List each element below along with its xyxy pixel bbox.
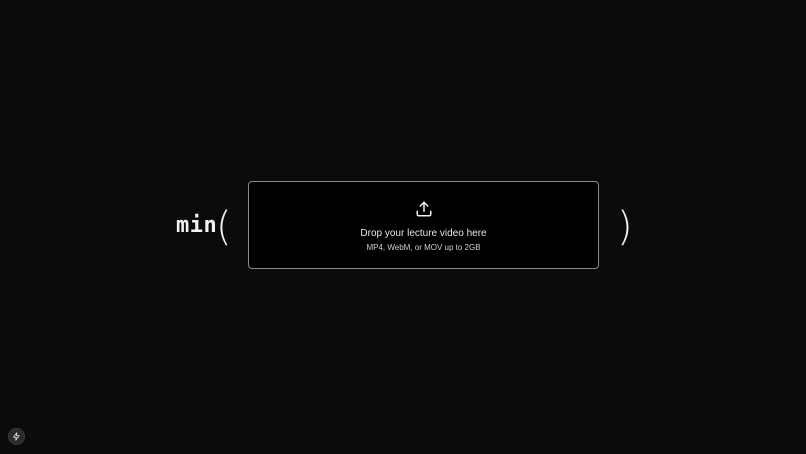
- dropzone-title: Drop your lecture video here: [360, 228, 487, 239]
- function-name-label: min: [176, 213, 218, 238]
- app-canvas: min ( Drop your lecture video here MP4, …: [0, 0, 806, 454]
- quick-action-button[interactable]: [8, 428, 25, 445]
- video-upload-dropzone[interactable]: Drop your lecture video here MP4, WebM, …: [248, 181, 599, 269]
- close-parenthesis: ): [617, 204, 633, 250]
- dropzone-subtitle: MP4, WebM, or MOV up to 2GB: [366, 243, 481, 252]
- bolt-icon: [13, 432, 20, 441]
- open-parenthesis: (: [216, 204, 232, 250]
- upload-icon: [416, 201, 431, 217]
